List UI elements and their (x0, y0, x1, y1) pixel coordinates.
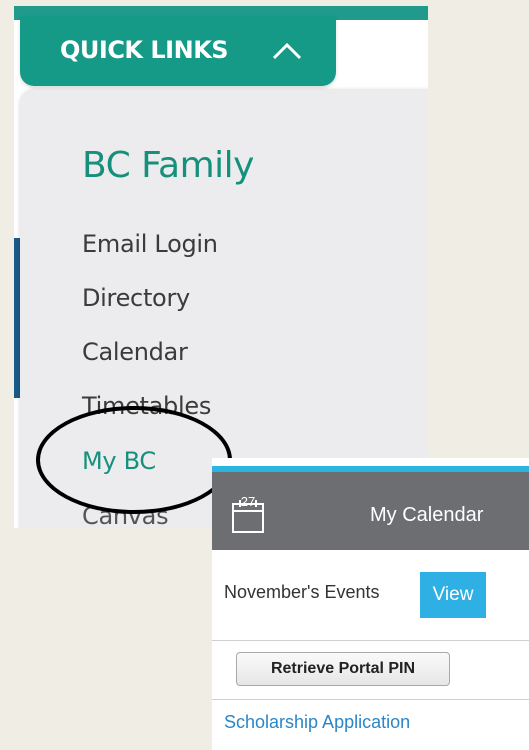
link-timetables[interactable]: Timetables (82, 392, 211, 420)
link-email-login[interactable]: Email Login (82, 230, 218, 258)
retrieve-portal-pin-button[interactable]: Retrieve Portal PIN (236, 652, 450, 686)
quick-links-toggle[interactable]: QUICK LINKS (20, 16, 336, 86)
calendar-title: My Calendar (370, 504, 484, 526)
view-button[interactable]: View (420, 572, 486, 618)
chevron-up-icon (272, 42, 302, 60)
calendar-icon-day: 27 (240, 494, 256, 509)
divider (212, 640, 529, 641)
link-calendar[interactable]: Calendar (82, 338, 188, 366)
link-directory[interactable]: Directory (82, 284, 190, 312)
link-my-bc[interactable]: My BC (82, 447, 156, 475)
scholarship-application-link[interactable]: Scholarship Application (224, 712, 410, 733)
quick-links-screenshot: QUICK LINKS BC Family Email Login Direct… (14, 6, 428, 528)
divider (212, 699, 529, 700)
link-canvas[interactable]: Canvas (82, 502, 169, 528)
calendar-widget-screenshot: 27 My Calendar November's Events View Re… (212, 458, 529, 750)
quick-links-label: QUICK LINKS (60, 36, 229, 64)
calendar-header: 27 My Calendar (212, 466, 529, 550)
events-label: November's Events (224, 582, 380, 602)
panel-title: BC Family (82, 145, 254, 186)
